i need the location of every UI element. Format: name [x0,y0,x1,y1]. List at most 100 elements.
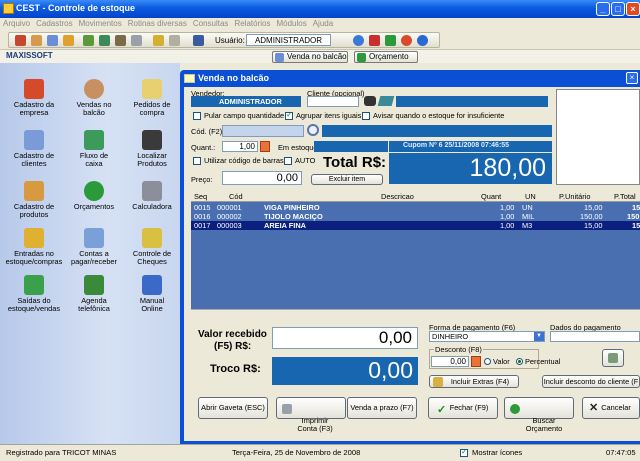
barras-checkbox[interactable] [193,157,201,165]
quant-adjust-icon[interactable] [260,141,270,152]
menu-movimentos[interactable]: Movimentos [76,18,125,28]
valor-recebido-input[interactable]: 0,00 [272,327,418,349]
sidebar-item-cadastro-produtos[interactable]: Cadastro de produtos [4,181,64,219]
money-icon[interactable] [99,35,110,46]
incluir-desconto-button[interactable]: Incluir desconto do cliente (F [542,375,640,388]
col-cod[interactable]: Cód [229,192,243,201]
quant-input[interactable]: 1,00 [222,141,258,152]
troco-value: 0,00 [272,357,418,385]
globe-icon[interactable] [353,35,364,46]
agrupar-checkbox[interactable] [285,110,293,120]
col-punit[interactable]: P.Unitário [559,192,591,201]
preco-input[interactable]: 0,00 [222,171,302,185]
calculator-icon[interactable] [131,35,142,46]
venda-prazo-button[interactable]: Venda a prazo (F7) [347,397,417,419]
incluir-extras-button[interactable]: Incluir Extras (F4) [429,375,519,388]
radio-percentual[interactable] [516,358,523,365]
status-time: 07:47:05 [606,448,636,457]
exit-icon[interactable] [401,35,412,46]
report-icon[interactable] [369,35,380,46]
coins-icon[interactable] [115,35,126,46]
mostrar-icones-checkbox[interactable] [460,447,468,457]
minimize-icon[interactable]: _ [596,2,610,16]
menu-ajuda[interactable]: Ajuda [310,18,336,28]
chevron-down-icon[interactable]: ▼ [534,332,544,341]
sidebar-item-saidas-estoque[interactable]: Saídas do estoque/vendas [4,275,64,313]
sidebar-item-localizar-produtos[interactable]: Localizar Produtos [122,130,182,168]
sidebar-item-cadastro-clientes[interactable]: Cadastro de clientes [4,130,64,168]
cod-input[interactable] [222,125,304,137]
house-icon[interactable] [15,35,26,46]
avisar-checkbox[interactable] [362,112,370,120]
house-icon [24,79,44,99]
menu-consultas[interactable]: Consultas [190,18,232,28]
sidebar-item-orcamentos[interactable]: Orçamentos [64,181,124,211]
sidebar-item-contas[interactable]: Contas a pagar/receber [64,228,124,266]
imprimir-conta-button[interactable]: Imprimir Conta (F3) [276,397,346,433]
sidebar-item-manual-online[interactable]: Manual Online [122,275,182,313]
calc-small-button[interactable] [602,349,624,367]
radio-valor[interactable] [484,358,491,365]
window-client: Vendedor: ADMINISTRADOR Cliente (opciona… [184,87,640,441]
help-icon[interactable] [417,35,428,46]
table-row-selected[interactable]: 0017 000003 AREIA FINA 1,00 M3 15,00 15 [191,221,640,230]
venda-balcao-button[interactable]: Venda no balcão [272,51,348,63]
sidebar-item-fluxo-caixa[interactable]: Fluxo de caixa [64,130,124,168]
close-icon[interactable]: × [626,2,640,16]
table-row[interactable]: 0016 000002 TIJOLO MACIÇO 1,00 MIL 150,0… [191,212,640,221]
sidebar-item-cadastro-empresa[interactable]: Cadastro da empresa [4,79,64,117]
auto-checkbox[interactable] [284,157,292,165]
sidebar-item-vendas-balcao[interactable]: Vendas no balcão [64,79,124,117]
manual-icon [142,275,162,295]
desconto-input[interactable]: 0,00 [431,356,469,367]
buscar-orcamento-button[interactable]: Buscar Orçamento [504,397,574,433]
items-grid[interactable]: Seq Cód Descricao Quant UN P.Unitário P.… [191,191,640,321]
people-icon[interactable] [47,35,58,46]
maximize-icon[interactable]: □ [611,2,625,16]
col-ptotal[interactable]: P.Total [614,192,636,201]
person-icon[interactable] [31,35,42,46]
lock-icon[interactable] [193,35,204,46]
sidebar-item-agenda[interactable]: Agenda telefônica [64,275,124,313]
fechar-button[interactable]: ✓ Fechar (F9) [428,397,498,419]
magnifier-icon[interactable] [307,124,319,136]
pular-checkbox[interactable] [193,112,201,120]
menu-modulos[interactable]: Módulos [273,18,309,28]
eraser-icon[interactable] [377,96,395,106]
orcamento-button[interactable]: Orçamento [354,51,418,63]
sidebar-item-calculadora[interactable]: Calculadora [122,181,182,211]
desconto-adjust-icon[interactable] [471,356,481,367]
menu-relatorios[interactable]: Relatórios [231,18,273,28]
pen-check-icon[interactable] [153,35,164,46]
grid-scrollbar[interactable] [191,309,640,321]
boxes-icon[interactable] [63,35,74,46]
vendedor-field[interactable]: ADMINISTRADOR [191,96,301,107]
printer-icon[interactable] [169,35,180,46]
cliente-input[interactable] [307,96,359,107]
col-descricao[interactable]: Descricao [381,192,414,201]
window-close-icon[interactable]: × [626,72,638,84]
sidebar-item-pedidos-compra[interactable]: Pedidos de compra [122,79,182,117]
cancelar-button[interactable]: ✕ Cancelar [582,397,640,419]
money-icon [84,130,104,150]
forma-select[interactable]: DINHEIRO ▼ [429,331,545,342]
pencil-icon[interactable] [83,35,94,46]
status-date: Terça-Feira, 25 de Novembro de 2008 [232,448,361,457]
menu-arquivo[interactable]: Arquivo [0,18,33,28]
col-seq[interactable]: Seq [194,192,207,201]
flag-icon[interactable] [385,35,396,46]
table-row[interactable]: 0015 000001 VIGA PINHEIRO 1,00 UN 15,00 … [191,203,640,212]
menu-rotinas[interactable]: Rotinas diversas [125,18,190,28]
dados-input[interactable] [550,331,640,342]
abrir-gaveta-button[interactable]: Abrir Gaveta (ESC) [198,397,268,419]
sidebar-item-controle-cheques[interactable]: Controle de Cheques [122,228,182,266]
excluir-item-button[interactable]: Excluir item [311,174,383,185]
avisar-label: Avisar quando o estoque for insuficiente [373,111,505,120]
col-quant[interactable]: Quant [481,192,501,201]
menu-cadastros[interactable]: Cadastros [33,18,75,28]
agrupar-label: Agrupar itens iguais [296,111,362,120]
binoculars-icon[interactable] [364,96,376,106]
sidebar-item-entradas-estoque[interactable]: Entradas no estoque/compras [4,228,64,266]
col-un[interactable]: UN [525,192,536,201]
desconto-label: Desconto (F8) [434,345,483,354]
